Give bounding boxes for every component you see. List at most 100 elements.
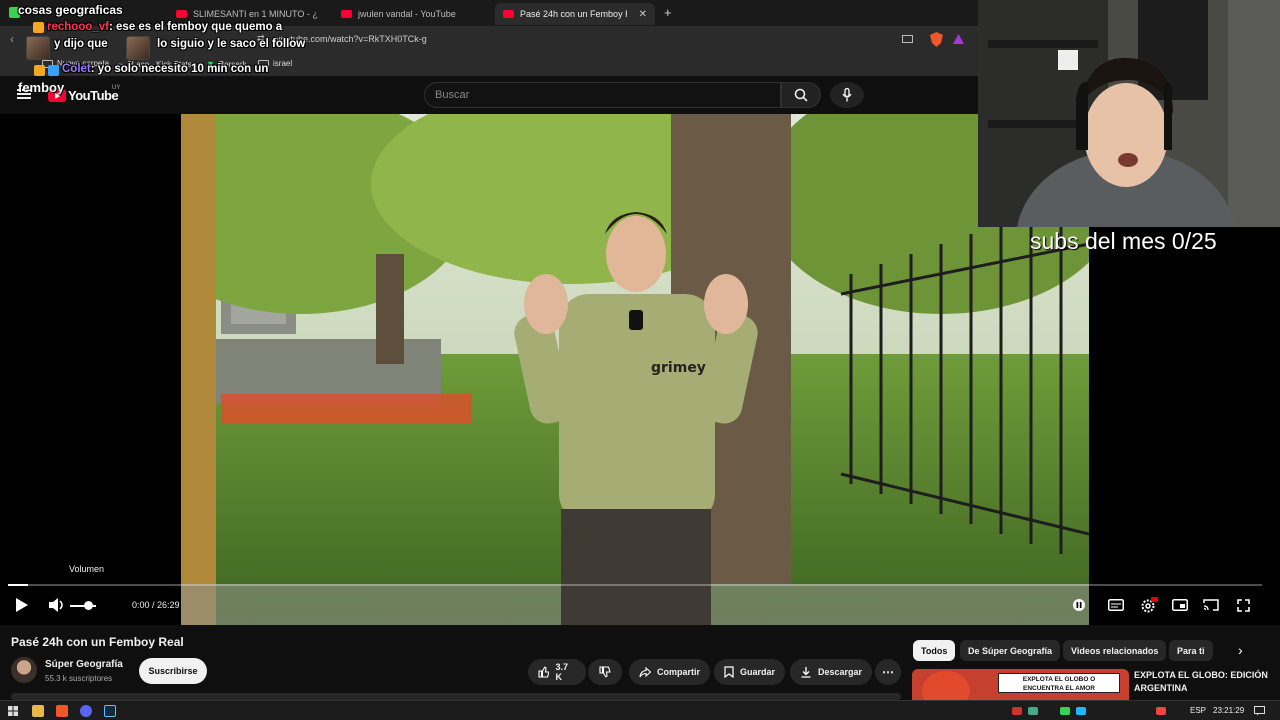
new-tab-button[interactable]: + xyxy=(664,5,672,20)
volume-icon[interactable] xyxy=(48,597,66,613)
thumbnail-text-line: ENCUENTRA EL AMOR xyxy=(1023,685,1095,692)
miniplayer-icon[interactable] xyxy=(1172,599,1188,611)
brave-shield-icon[interactable] xyxy=(930,32,943,47)
chat-text: : yo solo necesito 10 min con un xyxy=(90,63,269,75)
youtube-favicon-icon xyxy=(176,10,187,18)
subscribe-button[interactable]: Suscribirse xyxy=(139,658,207,684)
windows-start-icon[interactable] xyxy=(8,706,18,716)
search-box xyxy=(424,82,781,108)
video-title: Pasé 24h con un Femboy Real xyxy=(11,635,184,649)
youtube-header: YouTube UY femboy xyxy=(0,76,978,114)
chip-for-you[interactable]: Para ti xyxy=(1169,640,1213,661)
file-explorer-icon[interactable] xyxy=(32,705,44,717)
back-icon[interactable]: ‹ xyxy=(10,32,14,46)
chat-text: : ese es el femboy que quemo a xyxy=(109,21,283,33)
thumbs-up-icon xyxy=(538,666,550,678)
more-icon: ⋯ xyxy=(882,665,894,679)
like-count: 3.7 K xyxy=(555,662,568,682)
download-icon xyxy=(801,667,811,678)
tab-title: Pasé 24h con un Femboy Real - Y xyxy=(520,9,627,19)
shirt-graphic-text: grimey xyxy=(651,360,706,376)
youtube-favicon-icon xyxy=(503,10,514,18)
screen: SLIMESANTI en 1 MINUTO - ¿QUIÉN jwulen v… xyxy=(0,0,1280,720)
dislike-button[interactable] xyxy=(588,659,622,685)
clock[interactable]: 23:21:29 xyxy=(1213,706,1244,715)
share-button[interactable]: Compartir xyxy=(629,659,711,685)
chip-from-channel[interactable]: De Súper Geografía xyxy=(960,640,1061,661)
bookmark-icon xyxy=(724,666,734,678)
browser-tab-active[interactable]: Pasé 24h con un Femboy Real - Y ✕ xyxy=(495,3,655,25)
video-scene-image: grimey xyxy=(181,114,1089,625)
share-label: Compartir xyxy=(657,667,701,677)
recommended-title[interactable]: EXPLOTA EL GLOBO: EDICIÓN ARGENTINA xyxy=(1134,669,1274,695)
channel-avatar[interactable] xyxy=(11,657,37,683)
chip-related[interactable]: Videos relacionados xyxy=(1063,640,1167,661)
chat-username: rechooo_vf xyxy=(47,21,109,33)
tab-title: jwulen vandal - YouTube xyxy=(358,9,456,19)
video-frame[interactable]: grimey xyxy=(181,114,1089,625)
chip-all[interactable]: Todos xyxy=(913,640,956,661)
search-button[interactable] xyxy=(781,82,821,108)
settings-icon[interactable] xyxy=(1140,597,1158,613)
thumbs-down-icon xyxy=(599,666,611,678)
like-button[interactable]: 3.7 K xyxy=(528,659,586,685)
tray-icon[interactable] xyxy=(1060,707,1070,715)
chat-emote-icon xyxy=(26,36,50,60)
thumbnail-text-line: EXPLOTA EL GLOBO O xyxy=(1022,676,1096,683)
volume-slider-handle[interactable] xyxy=(84,601,93,610)
chat-text: lo siguio y le saco el follow xyxy=(157,38,306,50)
overlay-title: cosas geograficas xyxy=(18,3,123,17)
sub-badge-icon xyxy=(34,65,45,76)
chat-message: lo siguio y le saco el follow xyxy=(157,38,305,50)
bookmark-label: israel xyxy=(273,59,293,68)
volume-tooltip: Volumen xyxy=(69,564,105,574)
brave-browser-icon[interactable] xyxy=(56,705,68,717)
more-actions-button[interactable]: ⋯ xyxy=(875,659,901,685)
share-icon xyxy=(639,666,651,677)
youtube-favicon-icon xyxy=(341,10,352,18)
play-button[interactable] xyxy=(15,597,29,613)
tab-title: SLIMESANTI en 1 MINUTO - ¿QUIÉN xyxy=(193,9,318,19)
rewards-icon[interactable] xyxy=(953,34,964,44)
description-box-edge xyxy=(11,693,901,700)
tray-icon[interactable] xyxy=(1028,707,1038,715)
subtitles-icon[interactable] xyxy=(1108,599,1124,611)
notifications-icon[interactable] xyxy=(1254,706,1265,716)
screen-icon[interactable] xyxy=(902,35,913,44)
subs-goal-label: subs del mes 0/25 xyxy=(1030,228,1217,254)
close-tab-icon[interactable]: ✕ xyxy=(639,9,647,20)
voice-search-button[interactable] xyxy=(830,82,864,108)
windows-taskbar: ESP 23:21:29 xyxy=(0,700,1280,720)
time-display: 0:00 / 26:29 xyxy=(132,600,180,610)
chat-message: Colet: yo solo necesito 10 min con un xyxy=(62,63,268,75)
download-label: Descargar xyxy=(818,667,863,677)
chat-message: rechooo_vf: ese es el femboy que quemo a xyxy=(47,21,282,33)
tray-icon[interactable] xyxy=(1012,707,1022,715)
steam-icon[interactable] xyxy=(104,705,116,717)
search-icon xyxy=(794,88,808,102)
tray-icon[interactable] xyxy=(1076,707,1086,715)
save-button[interactable]: Guardar xyxy=(714,659,786,685)
save-label: Guardar xyxy=(740,667,776,677)
progress-bar[interactable] xyxy=(8,584,1262,586)
webcam-image xyxy=(978,0,1280,227)
sub-badge-icon xyxy=(33,22,44,33)
browser-tab[interactable]: jwulen vandal - YouTube xyxy=(333,3,483,25)
search-input[interactable] xyxy=(425,83,780,107)
download-button[interactable]: Descargar xyxy=(790,659,873,685)
overlay-chat-word: femboy xyxy=(18,80,65,95)
youtube-logo-text[interactable]: YouTube xyxy=(68,88,119,103)
thumbnail-text: EXPLOTA EL GLOBO O ENCUENTRA EL AMOR xyxy=(998,673,1120,693)
chevron-right-icon[interactable]: › xyxy=(1238,642,1243,658)
cast-icon[interactable] xyxy=(1203,599,1219,611)
fullscreen-icon[interactable] xyxy=(1237,599,1250,612)
verified-badge-icon xyxy=(48,65,59,76)
subscriber-count: 55.3 k suscriptores xyxy=(45,674,113,683)
progress-fill xyxy=(8,584,29,586)
autoplay-toggle-icon[interactable] xyxy=(1073,599,1085,611)
country-code: UY xyxy=(112,85,121,91)
tray-icon[interactable] xyxy=(1156,707,1166,715)
keyboard-language[interactable]: ESP xyxy=(1190,706,1206,715)
channel-name[interactable]: Súper Geografía xyxy=(45,659,123,670)
discord-icon[interactable] xyxy=(80,705,92,717)
